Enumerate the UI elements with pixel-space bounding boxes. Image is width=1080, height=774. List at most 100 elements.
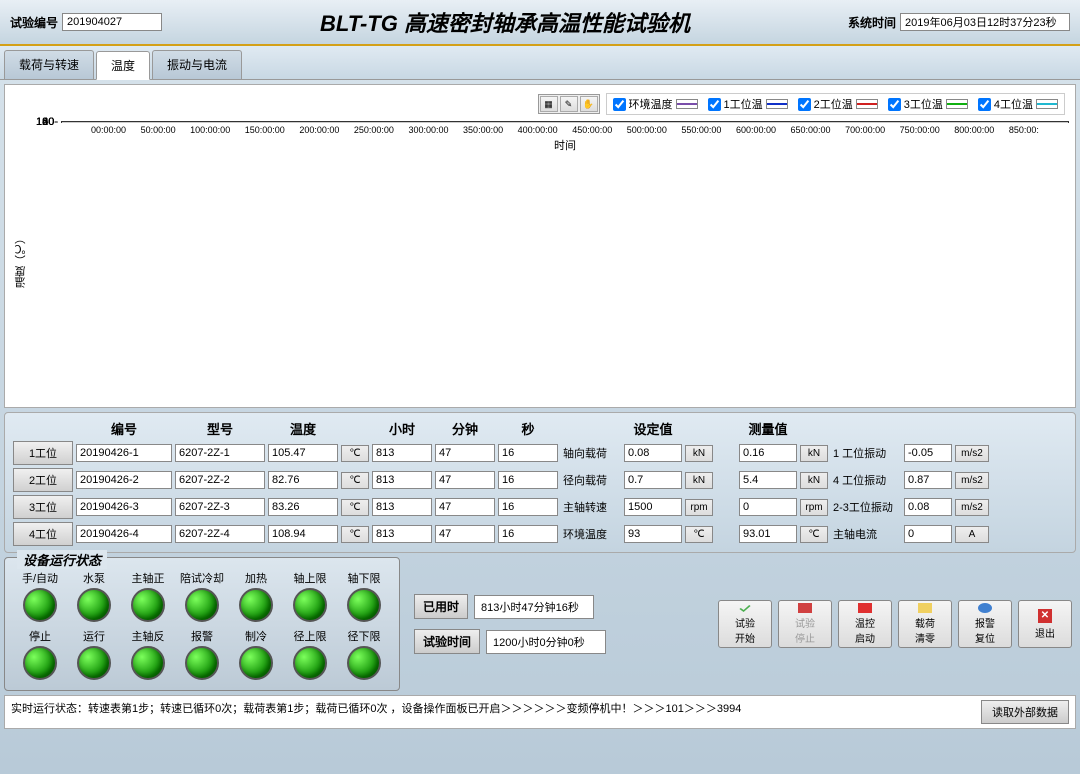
status-bar: 实时运行状态：转速表第1步；转速已循环0次；载荷表第1步；载荷已循环0次 ，设备… [4, 695, 1076, 729]
led-label: 主轴反 [123, 628, 173, 644]
cell-temp: 108.94 [268, 525, 338, 543]
check-icon [738, 603, 752, 613]
param-set: 0.7 [624, 471, 682, 489]
load-zero-button[interactable]: 载荷 清零 [898, 600, 952, 648]
legend-swatch [856, 99, 878, 109]
led-indicator [131, 588, 165, 622]
start-button[interactable]: 试验 开始 [718, 600, 772, 648]
legend-label: 2工位温 [814, 96, 853, 112]
led-label: 主轴正 [123, 570, 173, 586]
cell-num: 20190426-1 [76, 444, 172, 462]
data-panel: 编号型号温度小时分钟秒设定值测量值1工位20190426-16207-2Z-11… [4, 412, 1076, 553]
param-set: 93 [624, 525, 682, 543]
led-label: 制冷 [231, 628, 281, 644]
led-indicator [239, 588, 273, 622]
led-indicator [185, 588, 219, 622]
cell-hour: 813 [372, 525, 432, 543]
cell-model: 6207-2Z-3 [175, 498, 265, 516]
tab-bar: 载荷与转速 温度 振动与电流 [0, 46, 1080, 80]
legend-checkbox[interactable] [613, 98, 626, 111]
test-time-row: 试验时间 1200小时0分钟0秒 [414, 629, 606, 654]
system-time-field: 系统时间 [848, 13, 1070, 31]
led-cell: 轴下限 [339, 570, 389, 622]
status-text: 实时运行状态：转速表第1步；转速已循环0次；载荷表第1步；载荷已循环0次 ，设备… [11, 700, 741, 724]
led-label: 加热 [231, 570, 281, 586]
stop-icon [798, 603, 812, 613]
extra-val: 0.08 [904, 498, 952, 516]
read-external-button[interactable]: 读取外部数据 [981, 700, 1069, 724]
header-hour: 小时 [372, 419, 432, 438]
position-button[interactable]: 3工位 [13, 495, 73, 519]
led-indicator [293, 588, 327, 622]
x-tick: 400:00:00 [518, 125, 558, 135]
exit-button[interactable]: ✕退出 [1018, 600, 1072, 648]
temp-control-button[interactable]: 温控 启动 [838, 600, 892, 648]
x-tick: 150:00:00 [245, 125, 285, 135]
legend-item[interactable]: 3工位温 [888, 96, 968, 112]
extra-label: 4 工位振动 [831, 472, 901, 488]
unit-meas: kN [800, 445, 828, 462]
legend-swatch [946, 99, 968, 109]
hand-tool-icon[interactable]: ✋ [580, 96, 598, 112]
legend-item[interactable]: 2工位温 [798, 96, 878, 112]
unit-extra: A [955, 526, 989, 543]
legend-checkbox[interactable] [798, 98, 811, 111]
header-temp: 温度 [268, 419, 338, 438]
alarm-reset-button[interactable]: 报警 复位 [958, 600, 1012, 648]
legend-item[interactable]: 4工位温 [978, 96, 1058, 112]
unit-meas: ℃ [800, 526, 828, 543]
x-tick: 650:00:00 [791, 125, 831, 135]
tab-load-speed[interactable]: 载荷与转速 [4, 50, 94, 79]
x-tick: 500:00:00 [627, 125, 667, 135]
extra-val: -0.05 [904, 444, 952, 462]
position-button[interactable]: 1工位 [13, 441, 73, 465]
legend-checkbox[interactable] [888, 98, 901, 111]
grid-tool-icon[interactable]: ▦ [540, 96, 558, 112]
led-label: 轴下限 [339, 570, 389, 586]
led-cell: 手/自动 [15, 570, 65, 622]
temp-icon [858, 603, 872, 613]
system-time-value [900, 13, 1070, 31]
legend-item[interactable]: 1工位温 [708, 96, 788, 112]
x-tick: 550:00:00 [681, 125, 721, 135]
cell-min: 47 [435, 525, 495, 543]
legend-label: 1工位温 [724, 96, 763, 112]
unit-set: ℃ [685, 526, 713, 543]
param-meas: 0 [739, 498, 797, 516]
x-ticks: 00:00:0050:00:00100:00:00150:00:00200:00… [61, 123, 1069, 135]
chart-legend: 环境温度 1工位温 2工位温 3工位温 4工位温 [606, 93, 1066, 115]
position-button[interactable]: 4工位 [13, 522, 73, 546]
led-indicator [77, 646, 111, 680]
extra-label: 2-3工位振动 [831, 499, 901, 515]
param-meas: 5.4 [739, 471, 797, 489]
cell-num: 20190426-4 [76, 525, 172, 543]
led-label: 手/自动 [15, 570, 65, 586]
cell-sec: 16 [498, 525, 558, 543]
header-sec: 秒 [498, 419, 558, 438]
tab-temperature[interactable]: 温度 [96, 51, 150, 80]
stop-button[interactable]: 试验 停止 [778, 600, 832, 648]
legend-label: 环境温度 [629, 96, 673, 112]
led-indicator [347, 646, 381, 680]
tab-vibration-current[interactable]: 振动与电流 [152, 50, 242, 79]
param-set: 0.08 [624, 444, 682, 462]
x-tick: 200:00:00 [299, 125, 339, 135]
plot-area[interactable]: 0-20-40-60-80-100-120-140-160- [61, 121, 1069, 123]
x-tick: 750:00:00 [900, 125, 940, 135]
legend-checkbox[interactable] [708, 98, 721, 111]
test-number-input[interactable] [62, 13, 162, 31]
unit-temp: ℃ [341, 499, 369, 516]
test-number-field: 试验编号 [10, 13, 162, 31]
legend-checkbox[interactable] [978, 98, 991, 111]
reset-icon [978, 603, 992, 613]
legend-item[interactable]: 环境温度 [613, 96, 698, 112]
led-cell: 轴上限 [285, 570, 335, 622]
led-indicator [185, 646, 219, 680]
position-button[interactable]: 2工位 [13, 468, 73, 492]
unit-extra: m/s2 [955, 472, 989, 489]
cursor-tool-icon[interactable]: ✎ [560, 96, 578, 112]
x-tick: 00:00:00 [91, 125, 126, 135]
unit-temp: ℃ [341, 445, 369, 462]
cell-temp: 105.47 [268, 444, 338, 462]
zero-icon [918, 603, 932, 613]
